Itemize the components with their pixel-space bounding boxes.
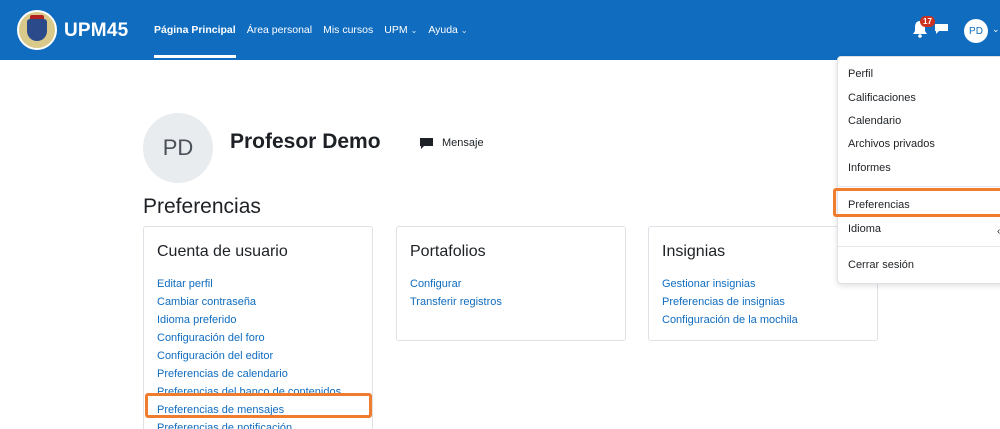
menu-item-language[interactable]: Idioma xyxy=(848,223,881,235)
calendar-preferences-link[interactable]: Preferencias de calendario xyxy=(157,365,341,383)
nav-my-courses[interactable]: Mis cursos xyxy=(323,0,373,60)
preferred-language-link[interactable]: Idioma preferido xyxy=(157,311,341,329)
menu-item-logout[interactable]: Cerrar sesión xyxy=(848,259,914,271)
chevron-down-icon: ⌄ xyxy=(410,25,418,35)
notification-count-badge: 17 xyxy=(920,16,935,27)
notification-preferences-link[interactable]: Preferencias de notificación xyxy=(157,419,341,429)
profile-name: Profesor Demo xyxy=(230,130,381,153)
menu-item-reports[interactable]: Informes xyxy=(848,162,891,174)
nav-dashboard-label: Área personal xyxy=(246,24,313,36)
editor-settings-link[interactable]: Configuración del editor xyxy=(157,347,341,365)
nav-help-menu[interactable]: Ayuda ⌄ xyxy=(428,0,467,60)
menu-item-grades[interactable]: Calificaciones xyxy=(848,92,916,104)
logo-shield xyxy=(27,19,47,41)
message-preferences-highlight xyxy=(145,393,372,418)
menu-divider xyxy=(838,246,1000,247)
page-title: Preferencias xyxy=(143,195,261,218)
university-logo[interactable] xyxy=(17,10,57,50)
nav-help-label: Ayuda xyxy=(428,24,458,36)
menu-item-profile[interactable]: Perfil xyxy=(848,68,873,80)
card-title: Cuenta de usuario xyxy=(157,243,288,260)
change-password-link[interactable]: Cambiar contraseña xyxy=(157,293,341,311)
forum-settings-link[interactable]: Configuración del foro xyxy=(157,329,341,347)
manage-badges-link[interactable]: Gestionar insignias xyxy=(662,275,798,293)
message-icon[interactable] xyxy=(420,138,433,150)
menu-item-private-files[interactable]: Archivos privados xyxy=(848,138,935,150)
nav-dashboard[interactable]: Área personal xyxy=(247,0,312,60)
portfolios-card: Portafolios Configurar Transferir regist… xyxy=(396,226,626,341)
nav-upm-menu[interactable]: UPM ⌄ xyxy=(384,0,417,60)
configure-portfolio-link[interactable]: Configurar xyxy=(410,275,502,293)
nav-my-courses-label: Mis cursos xyxy=(323,24,374,36)
chat-icon[interactable] xyxy=(935,24,948,34)
nav-home[interactable]: Página Principal xyxy=(154,0,236,60)
preferences-highlight xyxy=(833,188,1000,217)
nav-upm-label: UPM xyxy=(384,24,408,36)
message-button[interactable]: Mensaje xyxy=(442,137,484,149)
card-title: Portafolios xyxy=(410,243,486,260)
menu-item-calendar[interactable]: Calendario xyxy=(848,115,901,127)
top-navbar: UPM45 Página Principal Área personal Mis… xyxy=(0,0,1000,60)
profile-avatar: PD xyxy=(143,113,213,183)
user-menu-avatar[interactable]: PD xyxy=(964,19,988,43)
transfer-logs-link[interactable]: Transferir registros xyxy=(410,293,502,311)
user-dropdown-menu: Perfil Calificaciones Calendario Archivo… xyxy=(837,56,1000,284)
badge-preferences-link[interactable]: Preferencias de insignias xyxy=(662,293,798,311)
backpack-settings-link[interactable]: Configuración de la mochila xyxy=(662,311,798,329)
chevron-down-icon[interactable]: ⌄ xyxy=(992,24,1000,35)
card-title: Insignias xyxy=(662,243,726,260)
nav-home-label: Página Principal xyxy=(154,24,236,36)
chevron-down-icon: ⌄ xyxy=(460,25,468,35)
menu-divider xyxy=(838,186,1000,187)
portfolios-links: Configurar Transferir registros xyxy=(410,275,502,311)
primary-navigation: Página Principal Área personal Mis curso… xyxy=(154,0,479,60)
badges-links: Gestionar insignias Preferencias de insi… xyxy=(662,275,798,329)
edit-profile-link[interactable]: Editar perfil xyxy=(157,275,341,293)
site-brand[interactable]: UPM45 xyxy=(64,20,128,42)
